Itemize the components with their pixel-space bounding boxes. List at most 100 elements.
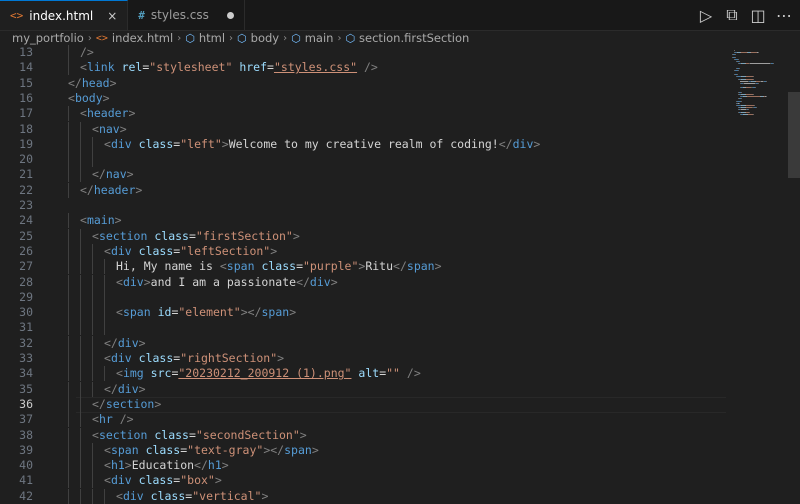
code-token: < (68, 90, 75, 105)
code-line[interactable]: 21 </nav> (0, 167, 728, 183)
code-line[interactable]: 41 <div class="box"> (0, 473, 728, 489)
code-token: span (226, 259, 255, 274)
code-line[interactable]: 18 <nav> (0, 121, 728, 137)
code-token: > (533, 136, 541, 151)
code-token: "" (386, 366, 400, 381)
code-token: class (138, 473, 174, 488)
code-line[interactable]: 28 <div>and I am a passionate</div> (0, 274, 728, 290)
more-actions-icon[interactable]: ⋯ (776, 6, 792, 25)
code-line[interactable]: 29 (0, 289, 728, 305)
code-token: < (92, 121, 99, 136)
vertical-scrollbar[interactable] (788, 92, 800, 178)
code-line[interactable]: 36 </section> (0, 396, 728, 413)
code-token: "styles.css" (273, 60, 358, 75)
unsaved-indicator-icon[interactable] (226, 11, 234, 19)
code-line[interactable]: 23 (0, 198, 728, 213)
indent-guide (68, 458, 69, 474)
minimap-stroke (746, 94, 753, 95)
indent-guide (68, 259, 69, 275)
code-line[interactable]: 22 </header> (0, 182, 728, 198)
code-line[interactable]: 27 Hi, My name is <span class="purple">Ri… (0, 259, 728, 275)
indent-guide (80, 442, 81, 458)
line-number: 22 (19, 182, 33, 197)
code-token: img (122, 366, 144, 381)
code-line[interactable]: 20 (0, 152, 728, 168)
indent-guide (80, 243, 81, 259)
indent-guide (92, 458, 93, 474)
indent-guide (92, 289, 93, 305)
close-icon[interactable]: × (107, 9, 117, 23)
code-line[interactable]: 33 <div class="rightSection"> (0, 351, 728, 366)
code-line[interactable]: 13 /> (0, 45, 728, 60)
code-line[interactable]: 31 (0, 320, 728, 336)
minimap-stroke (738, 69, 739, 71)
run-icon[interactable]: ▷ (698, 6, 714, 25)
minimap-stroke (755, 87, 756, 89)
code-token: div (110, 243, 132, 258)
code-line[interactable]: 40 <h1>Education</h1> (0, 458, 728, 474)
indent-guide (80, 274, 81, 290)
line-number: 30 (19, 305, 33, 320)
breadcrumb-item-file[interactable]: index.html (112, 31, 173, 45)
code-line[interactable]: 25 <section class="firstSection"> (0, 228, 728, 244)
breadcrumb-item-main[interactable]: main (305, 31, 334, 45)
code-line[interactable]: 26 <div class="leftSection"> (0, 243, 728, 259)
open-preview-icon[interactable]: ⧉ (724, 5, 740, 24)
code-line[interactable]: 15 </head> (0, 76, 728, 91)
code-line[interactable]: 24 <main> (0, 213, 728, 229)
code-line[interactable]: 39 <span class="text-gray"></span> (0, 442, 728, 458)
breadcrumb-item-section[interactable]: section.firstSection (359, 31, 469, 45)
tab-index-html[interactable]: <> index.html × (0, 0, 129, 30)
indent-guide (68, 351, 69, 366)
split-editor-icon[interactable]: ◫ (750, 6, 766, 25)
line-number: 24 (19, 213, 33, 228)
chevron-right-icon: › (337, 32, 342, 44)
indent-guide (92, 243, 93, 259)
indent-guide (92, 305, 93, 321)
code-token: > (102, 90, 110, 105)
code-line[interactable]: 34 <img src="20230212_200912 (1).png" alt… (0, 366, 728, 382)
minimap-stroke (740, 80, 748, 82)
code-token: </ (104, 335, 118, 350)
breadcrumb-item-folder[interactable]: my_portfolio (12, 31, 84, 45)
breadcrumb-item-html[interactable]: html (199, 31, 225, 45)
code-token: < (104, 473, 111, 488)
code-token: div (309, 274, 331, 289)
code-token: h1 (207, 458, 222, 473)
code-editor[interactable]: 13/> 14 <link rel="stylesheet" href="style… (0, 44, 728, 504)
tab-styles-css[interactable]: # styles.css (128, 0, 245, 30)
code-line[interactable]: 17 <header> (0, 106, 728, 122)
code-line[interactable]: 19 <div class="left">Welcome to my creati… (0, 136, 728, 152)
minimap-stroke (741, 100, 742, 102)
code-text: <span id="element"></span> (116, 305, 296, 320)
code-token: section (98, 427, 148, 442)
code-line[interactable]: 38 <section class="secondSection"> (0, 427, 728, 443)
code-line[interactable]: 16 <body> (0, 91, 728, 106)
code-text: <main> (80, 213, 122, 228)
current-line-highlight (76, 396, 726, 413)
indent-guide (92, 259, 93, 275)
minimap[interactable] (728, 44, 788, 154)
code-line[interactable]: 37 <hr /> (0, 412, 728, 428)
code-token: "firstSection" (195, 228, 293, 243)
code-token: Education (131, 458, 195, 473)
indent-guide (80, 458, 81, 474)
code-line[interactable]: 35 </div> (0, 381, 728, 397)
code-line[interactable]: 42 <div class="vertical"> (0, 488, 728, 504)
code-line[interactable]: 30 <span id="element"></span> (0, 305, 728, 321)
code-line[interactable]: 32 </div> (0, 335, 728, 351)
line-number: 23 (19, 198, 33, 212)
code-token: = (188, 228, 196, 243)
code-token: </ (194, 458, 208, 473)
code-token: > (109, 75, 117, 90)
code-token: > (330, 274, 338, 289)
line-number: 32 (19, 335, 33, 350)
code-text: <nav> (92, 122, 127, 137)
minimap-stroke (735, 56, 736, 58)
code-token: </ (92, 167, 106, 182)
indent-guide (80, 396, 81, 412)
breadcrumb-item-body[interactable]: body (251, 31, 279, 45)
line-number: 41 (19, 473, 33, 488)
code-line[interactable]: 14 <link rel="stylesheet" href="styles.cs… (0, 60, 728, 76)
